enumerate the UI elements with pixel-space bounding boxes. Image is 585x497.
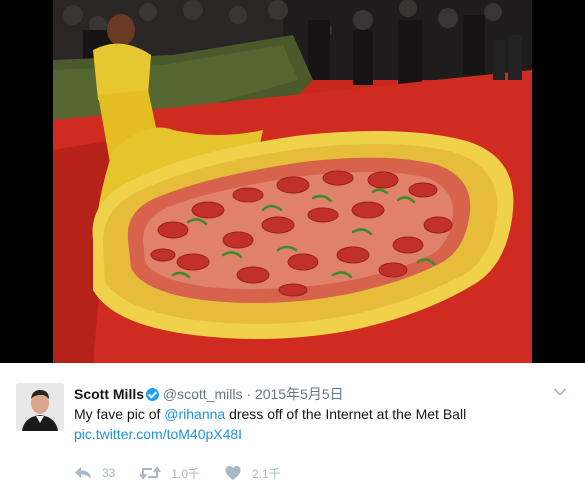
user-avatar-image <box>16 383 64 431</box>
mention-link[interactable]: @rihanna <box>164 406 225 422</box>
tweet-actions: 33 1.0千 2.1千 <box>74 463 305 483</box>
media-link[interactable]: pic.twitter.com/toM40pX48I <box>74 426 242 442</box>
like-button[interactable]: 2.1千 <box>224 465 281 482</box>
chevron-down-icon[interactable] <box>553 385 567 399</box>
tweet-photo[interactable] <box>53 0 532 363</box>
tweet-header: Scott Mills @scott_mills · 2015年5月5日 <box>74 385 344 403</box>
tweet-text-before: My fave pic of <box>74 406 165 422</box>
tweet-timestamp[interactable]: 2015年5月5日 <box>255 386 344 402</box>
author-handle[interactable]: @scott_mills <box>163 386 243 402</box>
author-name[interactable]: Scott Mills <box>74 386 144 402</box>
separator-dot: · <box>246 386 252 402</box>
retweet-button[interactable]: 1.0千 <box>139 465 200 482</box>
reply-count: 33 <box>102 466 116 480</box>
retweet-count: 1.0千 <box>171 466 201 481</box>
verified-badge-icon <box>146 388 160 401</box>
reply-button[interactable]: 33 <box>74 465 115 481</box>
tweet-media[interactable] <box>0 0 585 363</box>
avatar[interactable] <box>16 383 64 431</box>
tweet-text-after: dress off of the Internet at the Met Bal… <box>225 406 467 422</box>
tweet-text: My fave pic of @rihanna dress off of the… <box>74 404 564 444</box>
heart-icon <box>225 466 241 480</box>
like-count: 2.1千 <box>252 466 281 481</box>
pizza-dress-photo <box>53 0 532 363</box>
tweet-card[interactable]: Scott Mills @scott_mills · 2015年5月5日 My … <box>0 363 585 497</box>
reply-icon <box>75 467 91 479</box>
retweet-icon <box>139 466 162 480</box>
